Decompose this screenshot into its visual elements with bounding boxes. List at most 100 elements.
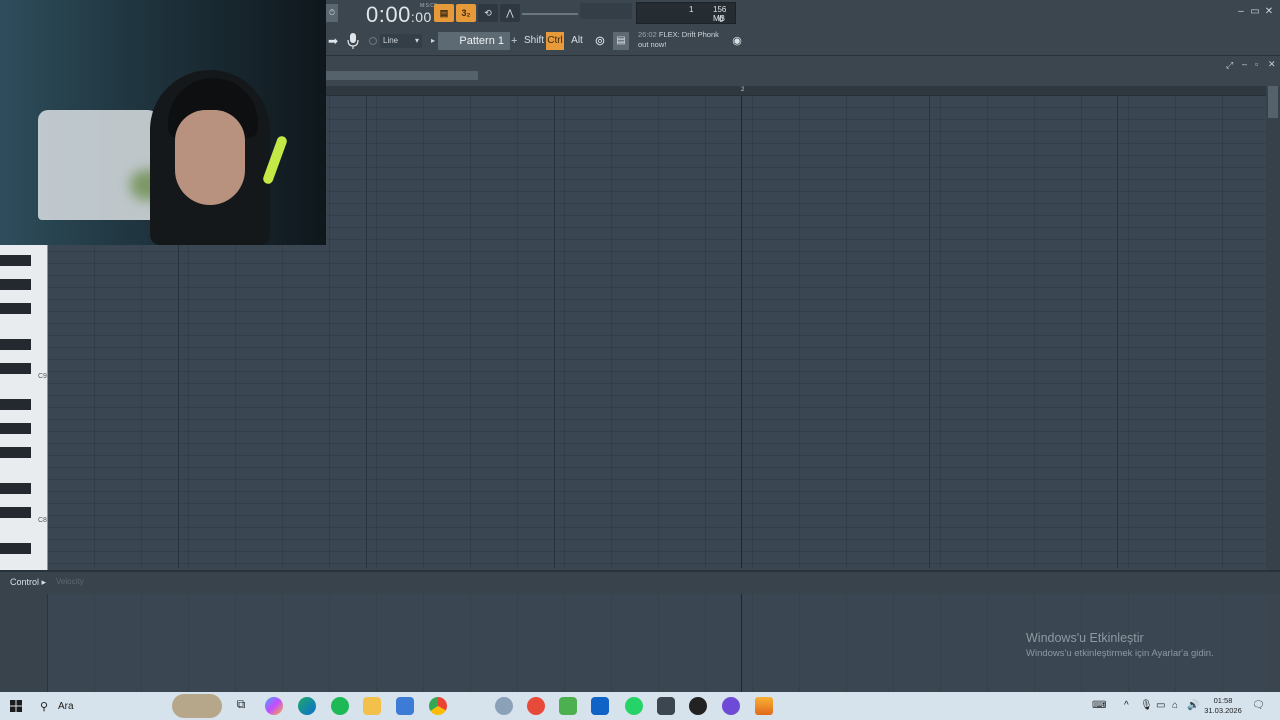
meter-value-2: 0 <box>719 15 724 24</box>
grid-beat-line <box>554 96 555 568</box>
notification-icon[interactable]: 🗨 <box>1252 700 1265 711</box>
webcam-chair <box>38 110 158 220</box>
pr-maximize-icon[interactable]: ▫ <box>1255 59 1258 69</box>
webcam-person-face <box>175 110 245 205</box>
shift-button[interactable]: Shift <box>524 32 544 50</box>
app-icon-4[interactable] <box>689 697 707 715</box>
control-lane-header <box>0 570 1280 594</box>
task-view-icon[interactable]: ⧉ <box>232 697 250 715</box>
restore-icon[interactable]: ▭ <box>1248 6 1262 17</box>
outlook-icon[interactable] <box>591 697 609 715</box>
piano-keyboard[interactable]: C9 C8 <box>0 245 48 570</box>
mic-tray-icon[interactable]: 🎙 <box>1140 700 1153 711</box>
pattern-prev-icon[interactable]: ▸ <box>431 36 435 45</box>
window-options-icon[interactable]: ⤢ <box>1226 60 1233 71</box>
control-bar-line <box>741 594 742 692</box>
tray-chevron-icon[interactable]: ^ <box>1124 700 1129 711</box>
black-key[interactable] <box>0 363 31 374</box>
main-volume-box[interactable] <box>580 3 632 19</box>
minecraft-icon[interactable] <box>559 697 577 715</box>
black-key[interactable] <box>0 543 31 554</box>
file-explorer-icon[interactable] <box>363 697 381 715</box>
display-icon[interactable]: ▭ <box>1156 700 1165 711</box>
horizontal-scrollbar[interactable] <box>326 71 478 80</box>
record-indicator-icon <box>369 37 377 45</box>
grid-beat-line <box>366 96 367 568</box>
keyboard-icon[interactable]: ⌨ <box>1092 700 1106 711</box>
octave-label-c8: C8 <box>38 517 47 524</box>
pattern-label: Pattern 1 <box>459 35 504 47</box>
control-target[interactable]: Velocity <box>56 577 84 586</box>
black-key[interactable] <box>0 423 31 434</box>
pr-close-icon[interactable]: ✕ <box>1268 59 1276 70</box>
news-ticker[interactable]: 26:02 FLEX: Drift Phonk out now! <box>638 30 719 50</box>
grid-bar-line <box>741 96 742 568</box>
record-source-select[interactable]: Line ▾ <box>380 34 422 48</box>
metronome-button[interactable]: 3₂ <box>456 4 476 22</box>
wait-record-button[interactable]: ⟲ <box>478 4 498 22</box>
windows-start-icon[interactable] <box>10 700 22 712</box>
network-icon[interactable]: ⌂ <box>1172 700 1178 711</box>
copilot-icon[interactable] <box>265 697 283 715</box>
grid-beat-line <box>929 96 930 568</box>
octave-label-c9: C9 <box>38 373 47 380</box>
chrome-icon[interactable] <box>429 697 447 715</box>
taskbar-search[interactable]: Ara <box>58 701 74 712</box>
cpu-memory-meter: 1 156 MB 0 <box>636 2 736 24</box>
search-icon[interactable]: ⚲ <box>40 700 48 713</box>
news-text-2: out now! <box>638 40 667 49</box>
clock-time: 01:58 <box>1213 696 1233 705</box>
ctrl-button[interactable]: Ctrl <box>546 32 564 50</box>
pattern-song-toggle-button[interactable]: ▤ <box>434 4 454 22</box>
pr-minimize-icon[interactable]: – <box>1242 59 1247 69</box>
minimize-icon[interactable]: – <box>1234 6 1248 17</box>
activation-watermark-subtitle: Windows'u etkinleştirmek için Ayarlar'a … <box>1026 648 1214 659</box>
add-pattern-icon[interactable]: + <box>511 35 517 47</box>
app-icon-5[interactable] <box>722 697 740 715</box>
webcam-overlay <box>0 0 326 245</box>
piano-roll-header: ⤢ – ▫ ✕ <box>326 56 1280 86</box>
clock-date: 31.03.2026 <box>1204 706 1242 715</box>
news-time: 26:02 <box>638 30 657 39</box>
black-key[interactable] <box>0 279 31 290</box>
memory-usage: 156 MB <box>713 5 727 23</box>
app-icon-1[interactable] <box>495 697 513 715</box>
whatsapp-icon[interactable] <box>625 697 643 715</box>
fl-studio-icon[interactable] <box>755 697 773 715</box>
online-status-icon[interactable]: ◉ <box>730 32 744 50</box>
timeline-ruler[interactable] <box>326 86 1266 96</box>
help-chat-icon[interactable]: ⊚ <box>592 32 608 50</box>
time-mode-button[interactable]: ⏱ <box>326 4 338 22</box>
black-key[interactable] <box>0 339 31 350</box>
black-key[interactable] <box>0 303 31 314</box>
vertical-scrollbar[interactable] <box>1266 86 1280 570</box>
time-small: 00 <box>415 9 432 25</box>
store-icon[interactable] <box>396 697 414 715</box>
black-key[interactable] <box>0 399 31 410</box>
volume-icon[interactable]: 🔊 <box>1187 700 1199 711</box>
black-key[interactable] <box>0 255 31 266</box>
app-icon-2[interactable] <box>527 697 545 715</box>
tempo-tapper-button[interactable]: ⋀ <box>500 4 520 22</box>
microphone-icon[interactable] <box>346 32 360 50</box>
black-key[interactable] <box>0 507 31 518</box>
app-icon-3[interactable] <box>657 697 675 715</box>
record-source-label: Line <box>383 36 399 45</box>
time-main: 0:00 <box>366 2 411 27</box>
control-lane-sidebar <box>0 594 48 692</box>
scroll-thumb[interactable] <box>1268 86 1278 118</box>
edge-icon[interactable] <box>298 697 316 715</box>
pattern-selector[interactable]: Pattern 1 <box>438 32 510 50</box>
alt-button[interactable]: Alt <box>568 32 586 50</box>
arrow-right-icon[interactable]: ➡ <box>328 34 338 48</box>
spotify-icon[interactable] <box>331 697 349 715</box>
black-key[interactable] <box>0 483 31 494</box>
close-icon[interactable]: ✕ <box>1262 6 1276 17</box>
taskbar-clock[interactable]: 01:58 31.03.2026 <box>1200 696 1246 716</box>
activation-watermark-title: Windows'u Etkinleştir <box>1026 631 1144 645</box>
control-selector[interactable]: Control ▸ <box>10 577 46 588</box>
master-pitch-slider[interactable] <box>522 13 578 15</box>
shop-icon[interactable]: ▤ <box>613 32 629 50</box>
search-highlight-image[interactable] <box>172 694 222 718</box>
black-key[interactable] <box>0 447 31 458</box>
